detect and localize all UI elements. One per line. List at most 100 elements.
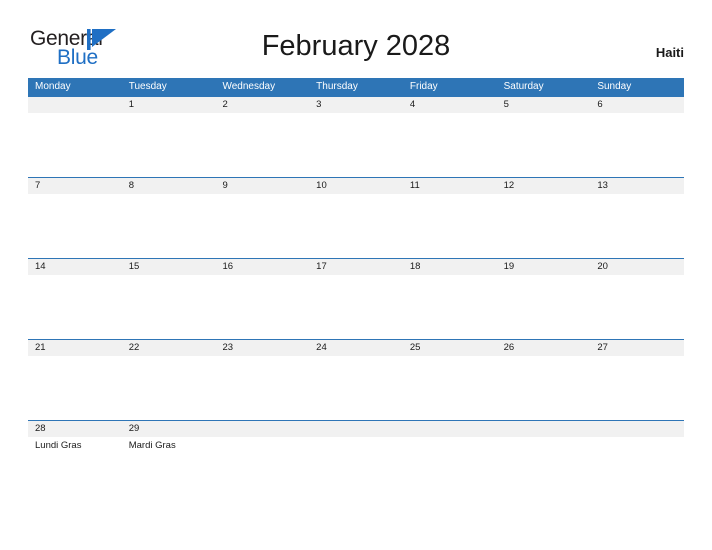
- day-cell[interactable]: [403, 356, 497, 420]
- day-number[interactable]: 11: [403, 178, 497, 194]
- week-body-band: [28, 113, 684, 177]
- day-number[interactable]: 8: [122, 178, 216, 194]
- day-number[interactable]: 21: [28, 340, 122, 356]
- week-date-band: 1 2 3 4 5 6: [28, 96, 684, 113]
- day-cell[interactable]: [403, 275, 497, 339]
- day-number[interactable]: 29: [122, 421, 216, 437]
- day-cell[interactable]: [309, 437, 403, 468]
- day-number[interactable]: 22: [122, 340, 216, 356]
- day-cell[interactable]: [28, 194, 122, 258]
- day-cell[interactable]: [497, 356, 591, 420]
- day-cell[interactable]: [309, 275, 403, 339]
- week-date-band: 28 29: [28, 420, 684, 437]
- day-number[interactable]: 19: [497, 259, 591, 275]
- day-number[interactable]: 28: [28, 421, 122, 437]
- day-cell[interactable]: [215, 437, 309, 468]
- week-row: 14 15 16 17 18 19 20: [28, 258, 684, 339]
- weekday-header-friday: Friday: [409, 81, 438, 92]
- day-cell[interactable]: [122, 356, 216, 420]
- day-cell[interactable]: [215, 113, 309, 177]
- day-cell[interactable]: [497, 275, 591, 339]
- weekday-header-saturday: Saturday: [503, 81, 544, 92]
- day-cell[interactable]: [215, 275, 309, 339]
- day-cell[interactable]: Mardi Gras: [122, 437, 216, 468]
- day-number[interactable]: 16: [215, 259, 309, 275]
- holiday-label: Mardi Gras: [128, 440, 176, 451]
- day-cell[interactable]: [309, 113, 403, 177]
- week-body-band: [28, 275, 684, 339]
- day-number[interactable]: [590, 421, 684, 437]
- day-cell[interactable]: [590, 194, 684, 258]
- week-body-band: Lundi Gras Mardi Gras: [28, 437, 684, 468]
- day-cell[interactable]: [122, 113, 216, 177]
- day-number[interactable]: 18: [403, 259, 497, 275]
- day-cell[interactable]: [497, 113, 591, 177]
- day-cell[interactable]: [497, 194, 591, 258]
- day-number[interactable]: 20: [590, 259, 684, 275]
- day-cell[interactable]: [590, 437, 684, 468]
- day-cell[interactable]: [28, 356, 122, 420]
- week-date-band: 14 15 16 17 18 19 20: [28, 258, 684, 275]
- week-row: 21 22 23 24 25 26 27: [28, 339, 684, 420]
- weekday-header-wednesday: Wednesday: [222, 81, 276, 92]
- week-body-band: [28, 194, 684, 258]
- day-cell[interactable]: [403, 437, 497, 468]
- day-cell[interactable]: [590, 275, 684, 339]
- day-cell[interactable]: [590, 356, 684, 420]
- week-date-band: 21 22 23 24 25 26 27: [28, 339, 684, 356]
- day-cell[interactable]: [309, 356, 403, 420]
- day-number[interactable]: 13: [590, 178, 684, 194]
- week-row: 1 2 3 4 5 6: [28, 96, 684, 177]
- weekday-header-thursday: Thursday: [316, 81, 358, 92]
- day-number[interactable]: 26: [497, 340, 591, 356]
- day-cell[interactable]: [309, 194, 403, 258]
- day-cell[interactable]: [497, 437, 591, 468]
- day-cell[interactable]: [122, 194, 216, 258]
- day-number[interactable]: 3: [309, 97, 403, 113]
- day-number[interactable]: 5: [497, 97, 591, 113]
- page-header: General Blue February 2028 Haiti: [0, 0, 712, 78]
- day-number[interactable]: 23: [215, 340, 309, 356]
- week-date-band: 7 8 9 10 11 12 13: [28, 177, 684, 194]
- day-number[interactable]: 12: [497, 178, 591, 194]
- day-number[interactable]: 6: [590, 97, 684, 113]
- day-number[interactable]: 27: [590, 340, 684, 356]
- day-number[interactable]: 4: [403, 97, 497, 113]
- day-number[interactable]: 17: [309, 259, 403, 275]
- page-title: February 2028: [261, 30, 451, 62]
- day-cell[interactable]: [215, 356, 309, 420]
- calendar-grid: Monday Tuesday Wednesday Thursday Friday…: [28, 78, 684, 468]
- day-number[interactable]: [28, 97, 122, 113]
- day-number[interactable]: 24: [309, 340, 403, 356]
- day-cell[interactable]: [28, 113, 122, 177]
- weekday-header-row: Monday Tuesday Wednesday Thursday Friday…: [28, 78, 684, 96]
- day-cell[interactable]: [215, 194, 309, 258]
- day-number[interactable]: 10: [309, 178, 403, 194]
- week-row: 7 8 9 10 11 12 13: [28, 177, 684, 258]
- day-cell[interactable]: [28, 275, 122, 339]
- weekday-header-sunday: Sunday: [597, 81, 632, 92]
- week-body-band: [28, 356, 684, 420]
- day-cell[interactable]: [122, 275, 216, 339]
- country-label: Haiti: [655, 45, 684, 60]
- day-number[interactable]: 2: [215, 97, 309, 113]
- day-number[interactable]: [403, 421, 497, 437]
- day-cell[interactable]: Lundi Gras: [28, 437, 122, 468]
- day-number[interactable]: 9: [215, 178, 309, 194]
- calendar-page: General Blue February 2028 Haiti Monday …: [0, 0, 712, 550]
- day-cell[interactable]: [590, 113, 684, 177]
- day-number[interactable]: 7: [28, 178, 122, 194]
- week-row: 28 29 Lundi Gras Mardi Gras: [28, 420, 684, 468]
- day-number[interactable]: 15: [122, 259, 216, 275]
- day-number[interactable]: 1: [122, 97, 216, 113]
- day-cell[interactable]: [403, 194, 497, 258]
- day-cell[interactable]: [403, 113, 497, 177]
- weekday-header-monday: Monday: [35, 81, 71, 92]
- day-number[interactable]: 25: [403, 340, 497, 356]
- day-number[interactable]: [497, 421, 591, 437]
- day-number[interactable]: 14: [28, 259, 122, 275]
- holiday-label: Lundi Gras: [35, 440, 82, 451]
- day-number[interactable]: [215, 421, 309, 437]
- weekday-header-tuesday: Tuesday: [128, 81, 167, 92]
- day-number[interactable]: [309, 421, 403, 437]
